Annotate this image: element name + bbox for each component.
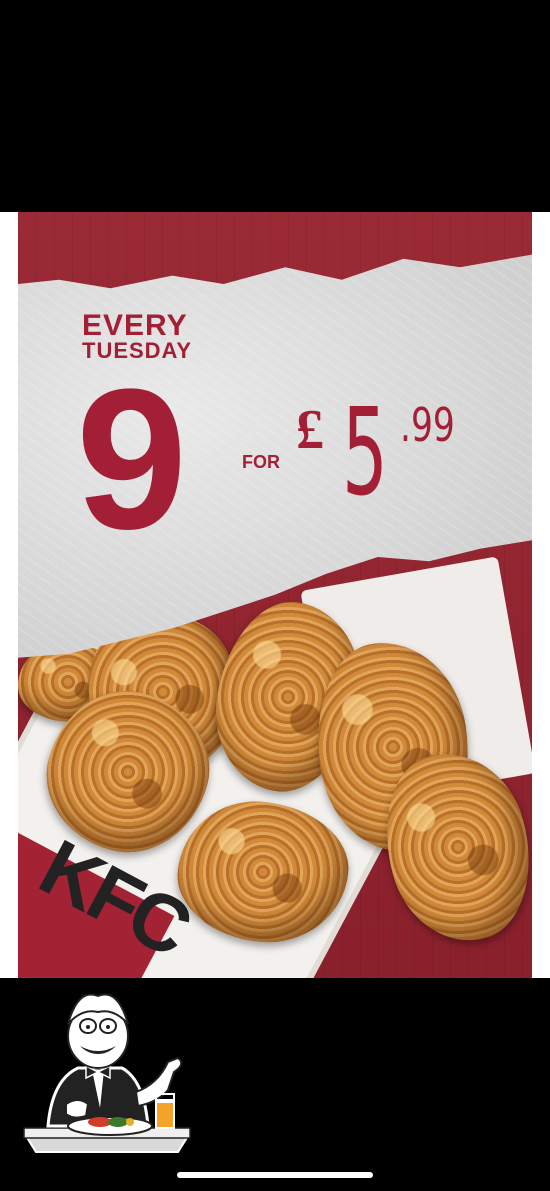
top-black-bar: [0, 0, 550, 212]
headline-every: EVERY: [82, 309, 188, 342]
promo-image[interactable]: KFC EVERY TUESDAY 9 FOR £ 5 .99: [0, 212, 550, 978]
promo-image-content: KFC EVERY TUESDAY 9 FOR £ 5 .99: [18, 212, 532, 978]
price-cents: .99: [400, 398, 455, 452]
price-main: 5: [342, 384, 388, 523]
currency-symbol: £: [296, 399, 324, 461]
quantity-number: 9: [76, 348, 187, 571]
restaurant-diner-icon: [18, 984, 198, 1160]
home-indicator[interactable]: [177, 1172, 373, 1178]
for-label: FOR: [242, 452, 280, 472]
